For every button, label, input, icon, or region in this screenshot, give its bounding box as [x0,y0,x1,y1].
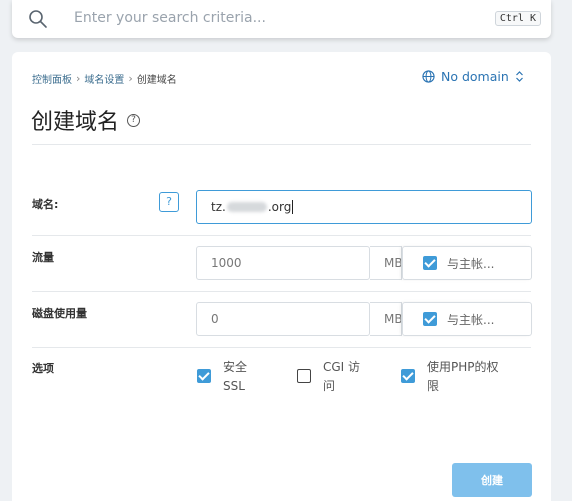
help-icon[interactable]: ? [127,113,141,127]
redacted-text [226,202,267,212]
breadcrumb: 控制面板 › 域名设置 › 创建域名 [32,71,177,86]
checkbox-checked-icon[interactable] [401,369,415,383]
globe-icon [422,70,435,83]
domain-help-icon[interactable]: ? [159,192,179,212]
bandwidth-same-as-main[interactable]: 与主帐... [402,246,532,280]
disk-same-as-main[interactable]: 与主帐... [402,302,532,336]
bandwidth-same-label: 与主帐... [447,256,495,271]
bandwidth-value: 1000 [211,256,242,270]
divider [32,235,531,236]
main-panel: 控制面板 › 域名设置 › 创建域名 No domain 创建域名 ? 域名: … [12,52,551,501]
breadcrumb-separator: › [128,72,133,85]
disk-label: 磁盘使用量 [32,307,87,320]
checkbox-checked-icon[interactable] [423,256,437,270]
divider [32,347,531,348]
divider [32,144,531,145]
option-cgi[interactable]: CGI 访问 [297,358,360,396]
domain-value-suffix: .org [267,200,292,214]
search-shortcut-hint: Ctrl K [494,11,541,26]
domain-input[interactable]: tz. .org [196,190,532,224]
disk-input[interactable]: 0 [196,302,370,336]
breadcrumb-separator: › [76,72,81,85]
disk-value: 0 [211,312,219,326]
disk-same-label: 与主帐... [447,312,495,327]
option-cgi-label: CGI 访问 [323,360,361,393]
chevron-up-down-icon [515,71,523,82]
domain-selector[interactable]: No domain [422,69,524,84]
breadcrumb-control-panel[interactable]: 控制面板 [32,71,72,86]
checkbox-checked-icon[interactable] [197,369,211,383]
domain-label: 域名: [32,198,59,211]
option-php[interactable]: 使用PHP的权限 [401,358,499,396]
bandwidth-label: 流量 [32,251,54,264]
bandwidth-unit-text: MB [384,256,402,270]
create-button[interactable]: 创建 [452,463,532,497]
domain-value-prefix: tz. [211,200,226,214]
search-bar[interactable]: Enter your search criteria... Ctrl K [12,0,551,38]
bandwidth-input[interactable]: 1000 [196,246,370,280]
page-title: 创建域名 ? [31,104,141,136]
option-php-label: 使用PHP的权限 [427,360,499,393]
domain-selector-label: No domain [441,69,509,84]
option-ssl-label: 安全 SSL [223,360,248,393]
options-label: 选项 [32,362,54,375]
bandwidth-unit: MB [370,246,402,280]
search-icon [29,10,47,28]
disk-unit-text: MB [384,312,402,326]
checkbox-checked-icon[interactable] [423,312,437,326]
breadcrumb-domain-settings[interactable]: 域名设置 [84,71,124,86]
checkbox-unchecked-icon[interactable] [297,369,311,383]
breadcrumb-current: 创建域名 [136,75,177,86]
text-caret [292,200,294,214]
search-input[interactable]: Enter your search criteria... [74,10,266,26]
option-ssl[interactable]: 安全 SSL [197,358,247,396]
page-title-text: 创建域名 [31,110,120,135]
divider [32,291,531,292]
disk-unit: MB [370,302,402,336]
